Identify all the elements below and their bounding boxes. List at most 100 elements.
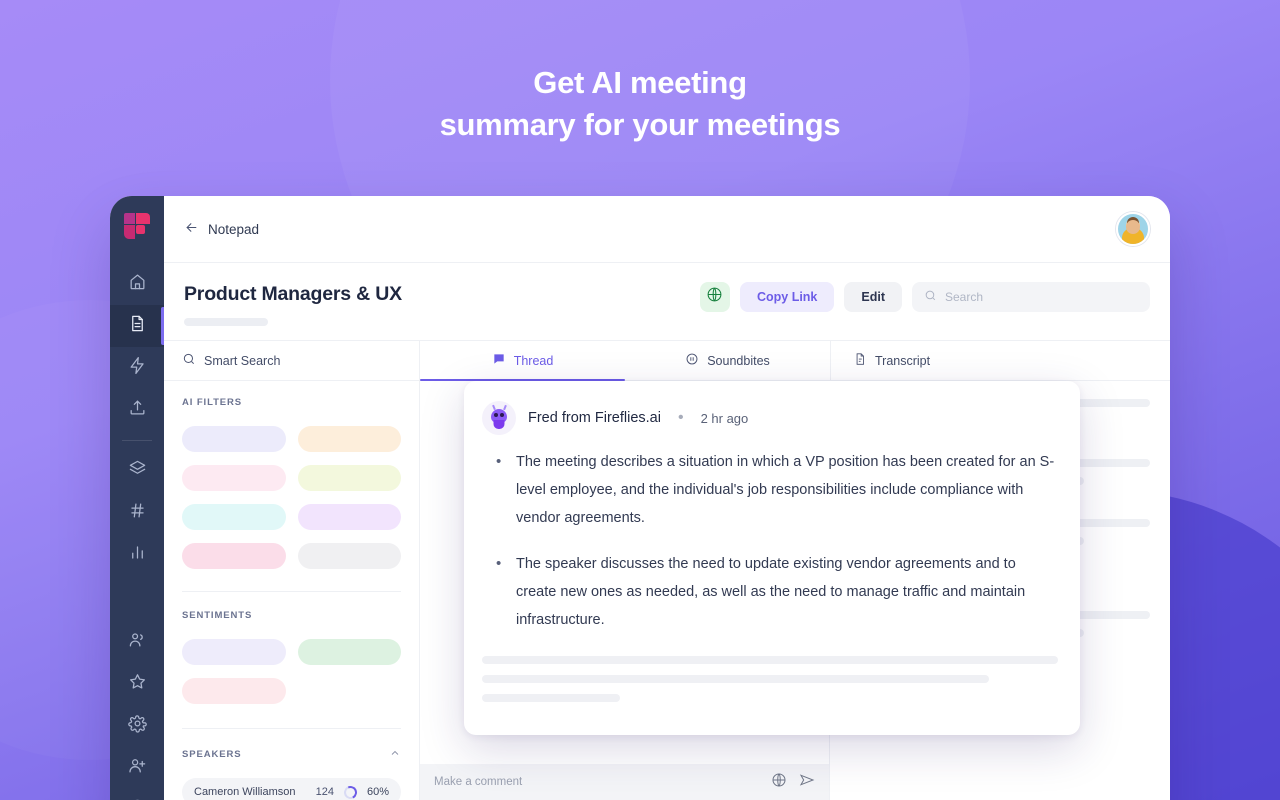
- ai-filters-label: AI FILTERS: [182, 397, 243, 408]
- sidebar-item-channels[interactable]: [110, 492, 164, 534]
- sidebar-item-analytics[interactable]: [110, 534, 164, 576]
- left-nav-rail: [110, 196, 164, 800]
- back-to-notepad[interactable]: Notepad: [184, 220, 259, 238]
- app-topbar: Notepad: [164, 196, 1170, 263]
- share-globe-button[interactable]: [699, 282, 730, 312]
- ai-card-skeleton: [482, 656, 1058, 702]
- speaker-count: 124: [315, 786, 334, 798]
- speaker-percent: 60%: [366, 786, 389, 798]
- soundbite-icon: [685, 352, 699, 369]
- ai-filter-pill[interactable]: [297, 426, 401, 452]
- globe-icon: [706, 286, 723, 308]
- sentiment-pill[interactable]: [182, 639, 286, 665]
- ai-filter-pill[interactable]: [297, 465, 401, 491]
- ai-author-name: Fred from Fireflies.ai: [528, 410, 661, 426]
- tab-transcript[interactable]: Transcript: [831, 341, 1170, 380]
- search-icon: [924, 289, 937, 305]
- search-icon: [182, 352, 196, 369]
- ai-filters-panel: AI FILTERS SENTIMENTS SPEAKERS Cameron W…: [164, 381, 420, 800]
- page-title: Product Managers & UX: [184, 283, 402, 305]
- sidebar-item-settings[interactable]: [110, 705, 164, 747]
- gear-icon: [127, 714, 147, 738]
- ai-bullet: The speaker discusses the need to update…: [496, 550, 1058, 634]
- search-placeholder: Search: [945, 290, 984, 304]
- speaker-progress-ring: [342, 783, 359, 800]
- copy-link-button[interactable]: Copy Link: [739, 282, 835, 312]
- speaker-row[interactable]: Cameron Williamson 124 60%: [182, 778, 401, 800]
- speakers-label: SPEAKERS: [182, 749, 242, 760]
- sentiment-pill[interactable]: [297, 639, 401, 665]
- sidebar-item-home[interactable]: [110, 263, 164, 305]
- ai-filter-pill[interactable]: [182, 426, 286, 452]
- tab-thread[interactable]: Thread: [420, 341, 625, 381]
- speaker-name: Cameron Williamson: [194, 786, 296, 798]
- sidebar-item-teammates[interactable]: [110, 621, 164, 663]
- rail-divider-1: [122, 440, 152, 441]
- ai-filter-pill[interactable]: [297, 543, 401, 569]
- hero-line-2: summary for your meetings: [439, 107, 841, 142]
- fireflies-bot-avatar-icon: [482, 401, 516, 435]
- sidebar-item-automation[interactable]: [110, 347, 164, 389]
- ai-bullet: The meeting describes a situation in whi…: [496, 448, 1058, 532]
- ai-filter-pill[interactable]: [182, 543, 286, 569]
- sidebar-item-favorites[interactable]: [110, 663, 164, 705]
- users-icon: [128, 630, 147, 654]
- chat-icon: [492, 352, 506, 369]
- sentiments-label: SENTIMENTS: [182, 610, 253, 621]
- add-user-icon: [128, 756, 147, 780]
- sidebar-item-upload[interactable]: [110, 389, 164, 431]
- meeting-title-row: Product Managers & UX Copy Link Edit Sea…: [164, 263, 1170, 340]
- ai-filter-pill[interactable]: [297, 504, 401, 530]
- ai-timestamp: 2 hr ago: [700, 410, 749, 426]
- meeting-actions: Copy Link Edit Search: [699, 281, 1150, 312]
- ai-filter-pill[interactable]: [182, 504, 286, 530]
- ai-summary-card: Fred from Fireflies.ai • 2 hr ago The me…: [464, 381, 1080, 735]
- star-icon: [128, 672, 147, 696]
- tab-label: Transcript: [875, 353, 931, 368]
- layers-icon: [128, 459, 147, 483]
- ai-filters-heading: AI FILTERS: [182, 397, 401, 408]
- user-avatar[interactable]: [1116, 212, 1150, 246]
- sidebar-item-notepad[interactable]: [110, 305, 164, 347]
- comment-placeholder: Make a comment: [434, 776, 523, 788]
- home-icon: [128, 272, 147, 296]
- ai-filter-pills: [182, 426, 401, 569]
- send-icon[interactable]: [799, 772, 815, 793]
- tab-label: Smart Search: [204, 353, 281, 368]
- globe-icon[interactable]: [771, 772, 787, 793]
- edit-button[interactable]: Edit: [844, 282, 902, 312]
- sidebar-item-invite[interactable]: [110, 747, 164, 789]
- sentiment-pill[interactable]: [182, 678, 286, 704]
- content-tabs: Smart Search Thread Soundbites Transcrip…: [164, 340, 1170, 381]
- sentiment-pills: [182, 639, 401, 704]
- ai-separator: •: [677, 409, 684, 426]
- chevron-up-icon[interactable]: [389, 747, 401, 762]
- sidebar-item-library[interactable]: [110, 450, 164, 492]
- sentiments-heading: SENTIMENTS: [182, 610, 401, 621]
- tab-soundbites[interactable]: Soundbites: [625, 341, 830, 380]
- arrow-left-icon: [184, 220, 199, 238]
- upload-icon: [128, 398, 147, 422]
- fireflies-logo[interactable]: [124, 213, 150, 239]
- ai-filter-pill[interactable]: [182, 465, 286, 491]
- ai-card-header: Fred from Fireflies.ai • 2 hr ago: [482, 401, 1058, 435]
- search-input[interactable]: Search: [912, 282, 1150, 312]
- ai-summary-bullets: The meeting describes a situation in whi…: [482, 448, 1058, 634]
- sidebar-item-help[interactable]: [110, 789, 164, 800]
- content-body: AI FILTERS SENTIMENTS SPEAKERS Cameron W…: [164, 381, 1170, 800]
- hero-line-1: Get AI meeting: [533, 65, 747, 100]
- comment-input[interactable]: Make a comment: [420, 764, 829, 800]
- meeting-subtitle-placeholder: [184, 318, 268, 326]
- hash-icon: [128, 501, 147, 525]
- lightning-icon: [128, 356, 147, 380]
- document-icon: [128, 314, 147, 338]
- main-area: Notepad Product Managers & UX Copy Link: [164, 196, 1170, 800]
- back-label: Notepad: [208, 221, 260, 237]
- tab-label: Soundbites: [707, 353, 770, 368]
- transcript-icon: [853, 352, 867, 369]
- app-window: Notepad Product Managers & UX Copy Link: [110, 196, 1170, 800]
- bar-chart-icon: [128, 543, 147, 567]
- speakers-heading[interactable]: SPEAKERS: [182, 747, 401, 762]
- tab-smart-search[interactable]: Smart Search: [164, 341, 420, 380]
- hero-headline: Get AI meeting summary for your meetings: [0, 62, 1280, 146]
